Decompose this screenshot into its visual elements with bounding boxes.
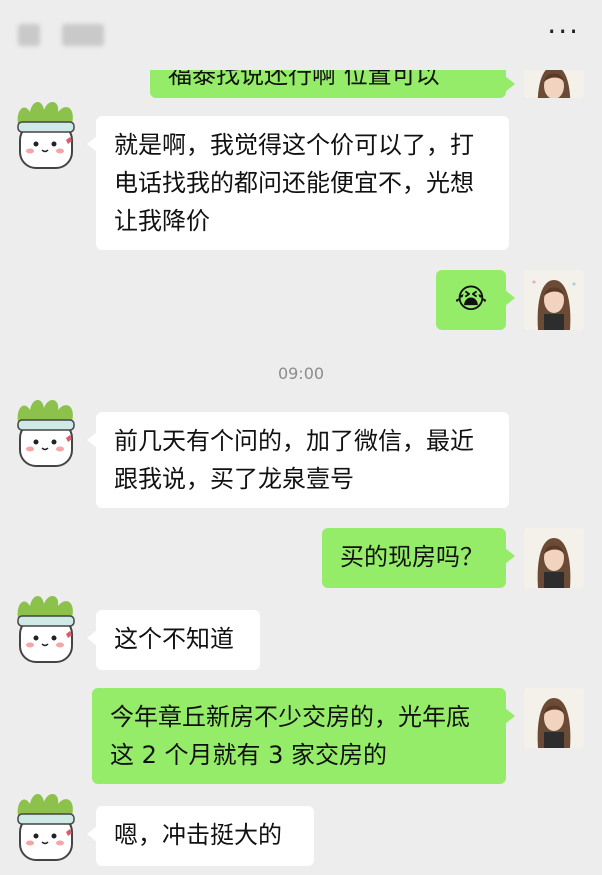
avatar-self[interactable]: [524, 688, 584, 748]
message-text: 这个不知道: [114, 625, 234, 653]
message-text: 前几天有个问的，加了微信，最近跟我说，买了龙泉壹号: [114, 427, 474, 493]
chat-header: ···: [0, 0, 602, 72]
message-bubble-outgoing[interactable]: 买的现房吗？: [322, 528, 515, 588]
message-text: 就是啊，我觉得这个价可以了，打电话找我的都问还能便宜不，光想让我降价: [114, 131, 474, 235]
message-bubble-incoming[interactable]: 这个不知道: [87, 610, 260, 670]
avatar-self[interactable]: [524, 528, 584, 588]
message-text: 嗯，冲击挺大的: [114, 821, 282, 849]
avatar-contact[interactable]: [8, 394, 84, 470]
message-bubble-incoming[interactable]: 就是啊，我觉得这个价可以了，打电话找我的都问还能便宜不，光想让我降价: [87, 116, 509, 250]
message-bubble-outgoing[interactable]: 今年章丘新房不少交房的，光年底这 2 个月就有 3 家交房的: [92, 688, 515, 784]
message-bubble-outgoing[interactable]: 😭: [436, 270, 515, 330]
avatar-self[interactable]: [524, 270, 584, 330]
avatar-contact[interactable]: [8, 590, 84, 666]
message-text: 今年章丘新房不少交房的，光年底这 2 个月就有 3 家交房的: [110, 703, 470, 769]
timestamp: 09:00: [277, 364, 325, 383]
message-bubble-incoming[interactable]: 前几天有个问的，加了微信，最近跟我说，买了龙泉壹号: [87, 412, 509, 508]
avatar-contact[interactable]: [8, 96, 84, 172]
crying-laughing-emoji-icon: 😭: [454, 282, 488, 315]
message-bubble-incoming[interactable]: 嗯，冲击挺大的: [87, 806, 314, 866]
message-text: 买的现房吗？: [340, 543, 484, 571]
blurred-contact-name: [62, 24, 104, 46]
more-dots-icon[interactable]: ···: [547, 18, 580, 46]
avatar-contact[interactable]: [8, 788, 84, 864]
blurred-contact-name: [18, 24, 40, 46]
